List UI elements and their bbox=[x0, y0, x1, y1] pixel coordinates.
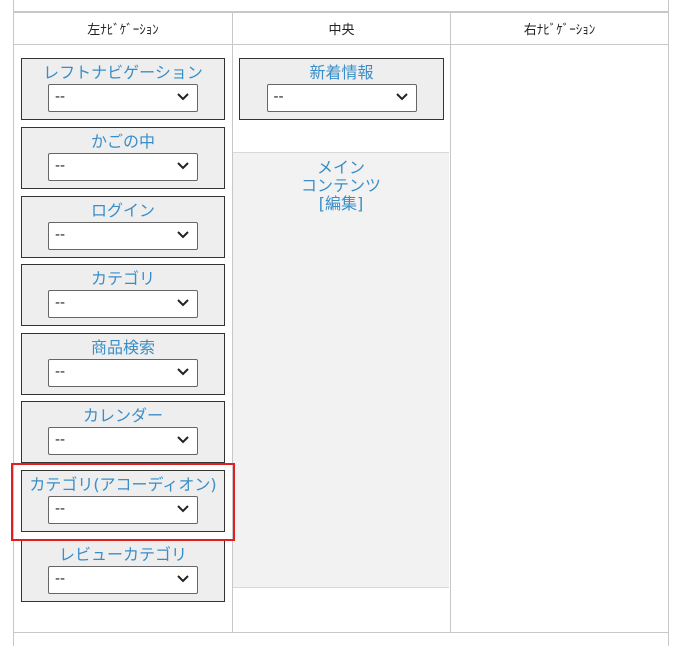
chevron-down-icon bbox=[177, 93, 189, 101]
block-calendar: カレンダー -- bbox=[21, 401, 225, 463]
header-divider bbox=[14, 44, 668, 45]
main-contents-area: メイン コンテンツ [編集] bbox=[233, 152, 449, 588]
block-left-navigation: レフトナビゲーション -- bbox=[21, 58, 225, 120]
position-select[interactable]: -- bbox=[48, 222, 198, 250]
header-center: 中央 bbox=[328, 23, 355, 38]
chevron-down-icon bbox=[177, 575, 189, 583]
position-select[interactable]: -- bbox=[48, 566, 198, 594]
column-divider-right bbox=[450, 13, 451, 633]
position-select[interactable]: -- bbox=[48, 427, 198, 455]
position-select[interactable]: -- bbox=[48, 359, 198, 387]
select-value: -- bbox=[55, 158, 66, 174]
block-category: カテゴリ -- bbox=[21, 264, 225, 326]
main-contents-edit-link[interactable]: [編集] bbox=[319, 195, 364, 213]
block-title[interactable]: 商品検索 bbox=[91, 338, 155, 358]
block-title[interactable]: かごの中 bbox=[91, 132, 155, 152]
select-value: -- bbox=[55, 295, 66, 311]
block-title[interactable]: レフトナビゲーション bbox=[43, 63, 203, 83]
chevron-down-icon bbox=[177, 162, 189, 170]
select-value: -- bbox=[55, 364, 66, 380]
position-select[interactable]: -- bbox=[48, 84, 198, 112]
block-title[interactable]: 新着情報 bbox=[309, 63, 373, 83]
block-review-category: レビューカテゴリ -- bbox=[21, 540, 225, 602]
position-select[interactable]: -- bbox=[266, 84, 417, 112]
highlight-box bbox=[11, 463, 235, 541]
chevron-down-icon bbox=[177, 368, 189, 376]
block-news: 新着情報 -- bbox=[239, 58, 444, 120]
select-value: -- bbox=[273, 89, 284, 105]
main-contents-label-line2: コンテンツ bbox=[300, 176, 381, 195]
block-title[interactable]: ログイン bbox=[91, 201, 155, 221]
header-left-navigation: 左ﾅﾋﾞｹﾞｰｼｮﾝ bbox=[87, 23, 159, 38]
chevron-down-icon bbox=[177, 231, 189, 239]
bottom-border bbox=[13, 632, 669, 633]
chevron-down-icon bbox=[395, 93, 408, 101]
block-title[interactable]: カレンダー bbox=[83, 406, 163, 426]
select-value: -- bbox=[55, 571, 66, 587]
select-value: -- bbox=[55, 227, 66, 243]
block-cart: かごの中 -- bbox=[21, 127, 225, 189]
chevron-down-icon bbox=[177, 436, 189, 444]
block-title[interactable]: レビューカテゴリ bbox=[59, 545, 187, 565]
select-value: -- bbox=[55, 89, 66, 105]
position-select[interactable]: -- bbox=[48, 290, 198, 318]
block-product-search: 商品検索 -- bbox=[21, 333, 225, 395]
position-select[interactable]: -- bbox=[48, 153, 198, 181]
header-right-navigation: 右ﾅﾋﾞｹﾞｰｼｮﾝ bbox=[523, 23, 596, 38]
block-login: ログイン -- bbox=[21, 196, 225, 258]
block-title[interactable]: カテゴリ bbox=[91, 269, 155, 289]
main-contents-label-line1: メイン bbox=[316, 158, 365, 177]
chevron-down-icon bbox=[177, 299, 189, 307]
select-value: -- bbox=[55, 432, 66, 448]
